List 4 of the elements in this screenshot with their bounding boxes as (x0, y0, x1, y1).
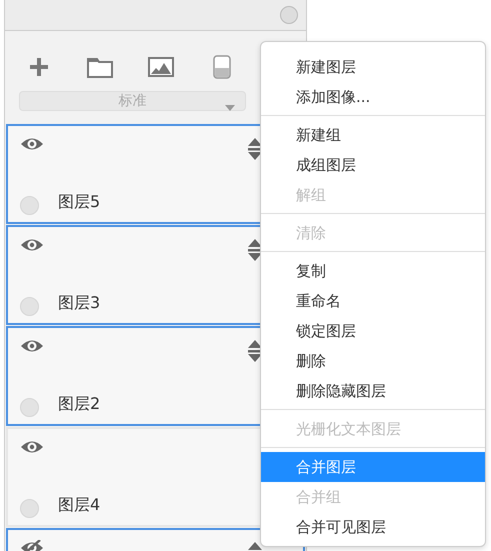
layer-name: 图层3 (58, 293, 100, 314)
layer-name: 图层4 (58, 495, 100, 516)
layer-name: 图层5 (58, 192, 100, 213)
layer-name: 图层2 (58, 394, 100, 415)
